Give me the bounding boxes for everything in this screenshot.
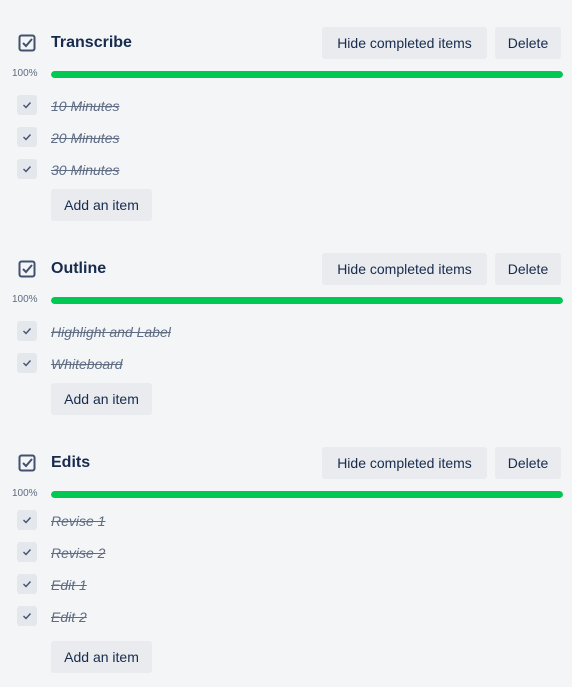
checklist-item[interactable]: 30 Minutes	[0, 154, 572, 186]
checklist-icon	[18, 260, 36, 278]
item-checkbox[interactable]	[17, 127, 37, 147]
check-icon	[23, 549, 32, 556]
item-label[interactable]: Revise 2	[51, 544, 105, 562]
item-label[interactable]: 20 Minutes	[51, 129, 119, 147]
hide-completed-button[interactable]: Hide completed items	[322, 447, 487, 479]
checklist-header: Transcribe Hide completed items Delete	[0, 27, 572, 59]
check-icon	[23, 102, 32, 109]
checklist-item[interactable]: Edit 2	[0, 601, 572, 633]
hide-completed-button[interactable]: Hide completed items	[322, 27, 487, 59]
progress-bar	[51, 491, 563, 498]
delete-checklist-button[interactable]: Delete	[495, 253, 561, 285]
progress-bar	[51, 71, 563, 78]
item-checkbox[interactable]	[17, 95, 37, 115]
add-item-button[interactable]: Add an item	[51, 383, 152, 415]
add-item-button[interactable]: Add an item	[51, 189, 152, 221]
item-checkbox[interactable]	[17, 542, 37, 562]
item-label[interactable]: Highlight and Label	[51, 323, 171, 341]
progress-fill	[51, 71, 563, 78]
progress-row: 100%	[0, 294, 572, 306]
check-icon	[23, 360, 32, 367]
item-label[interactable]: Edit 2	[51, 608, 87, 626]
progress-percent: 100%	[12, 294, 38, 305]
check-icon	[23, 166, 32, 173]
delete-checklist-button[interactable]: Delete	[495, 27, 561, 59]
item-label[interactable]: 10 Minutes	[51, 97, 119, 115]
progress-bar	[51, 297, 563, 304]
checklist-icon	[18, 34, 36, 52]
checklist-item[interactable]: 20 Minutes	[0, 122, 572, 154]
checklist-item[interactable]: Edit 1	[0, 569, 572, 601]
check-icon	[23, 134, 32, 141]
add-item-button[interactable]: Add an item	[51, 641, 152, 673]
checklist-title[interactable]: Transcribe	[51, 33, 132, 53]
item-label[interactable]: 30 Minutes	[51, 161, 119, 179]
checklist-title[interactable]: Edits	[51, 453, 90, 473]
check-icon	[23, 613, 32, 620]
checklist-item[interactable]: Highlight and Label	[0, 316, 572, 348]
checklist-header: Outline Hide completed items Delete	[0, 253, 572, 285]
item-label[interactable]: Whiteboard	[51, 355, 123, 373]
item-checkbox[interactable]	[17, 606, 37, 626]
check-icon	[23, 581, 32, 588]
progress-fill	[51, 297, 563, 304]
item-label[interactable]: Edit 1	[51, 576, 87, 594]
checklist-item[interactable]: 10 Minutes	[0, 90, 572, 122]
check-icon	[23, 517, 32, 524]
item-label[interactable]: Revise 1	[51, 512, 105, 530]
check-icon	[23, 328, 32, 335]
checklist-item[interactable]: Whiteboard	[0, 348, 572, 380]
checklist-icon	[18, 454, 36, 472]
checklist-title[interactable]: Outline	[51, 259, 106, 279]
progress-percent: 100%	[12, 488, 38, 499]
progress-percent: 100%	[12, 68, 38, 79]
item-checkbox[interactable]	[17, 321, 37, 341]
checklist-header: Edits Hide completed items Delete	[0, 447, 572, 479]
progress-row: 100%	[0, 488, 572, 500]
item-checkbox[interactable]	[17, 510, 37, 530]
checklist-item[interactable]: Revise 1	[0, 505, 572, 537]
hide-completed-button[interactable]: Hide completed items	[322, 253, 487, 285]
progress-row: 100%	[0, 68, 572, 80]
item-checkbox[interactable]	[17, 353, 37, 373]
progress-fill	[51, 491, 563, 498]
checklist-item[interactable]: Revise 2	[0, 537, 572, 569]
checklists-panel: Transcribe Hide completed items Delete 1…	[0, 0, 572, 687]
item-checkbox[interactable]	[17, 159, 37, 179]
item-checkbox[interactable]	[17, 574, 37, 594]
delete-checklist-button[interactable]: Delete	[495, 447, 561, 479]
